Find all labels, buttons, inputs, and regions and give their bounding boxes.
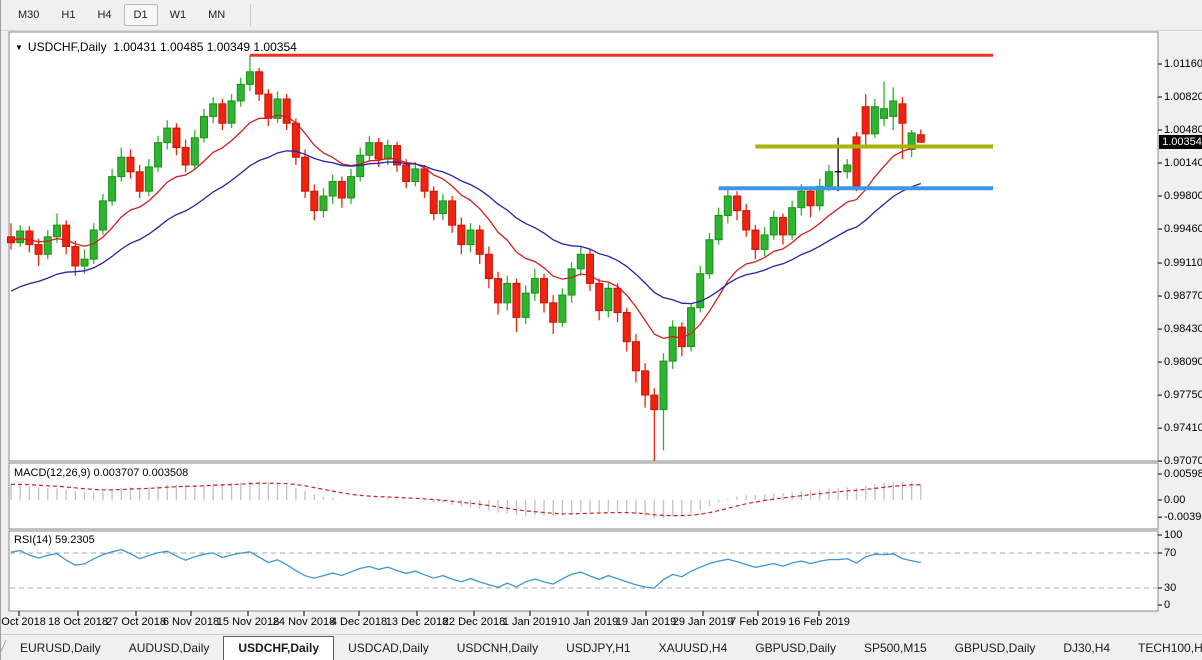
timeframe-button-m30[interactable]: M30 (8, 4, 49, 26)
toolbar-separator (250, 4, 251, 26)
date-axis-tick: 16 Feb 2019 (788, 616, 850, 628)
date-axis-tick: 22 Dec 2018 (443, 616, 505, 628)
chart-ohlc-values: 1.00431 1.00485 1.00349 1.00354 (113, 40, 297, 54)
timeframe-toolbar: M30H1H4D1W1MN (1, 0, 1202, 31)
chart-tab-dj30-h4[interactable]: DJ30,H4 (1049, 637, 1124, 660)
chart-tab-usdchf-daily[interactable]: USDCHF,Daily (223, 636, 334, 660)
chart-tab-tech100-h1[interactable]: TECH100,H1 (1124, 637, 1202, 660)
date-axis-tick: 7 Feb 2019 (730, 616, 786, 628)
macd-axis-tick: 0.00 (1164, 494, 1185, 506)
current-price-tag: 1.00354 (1159, 135, 1202, 149)
chart-tab-usdcnh-daily[interactable]: USDCNH,Daily (443, 637, 552, 660)
date-axis-tick: 13 Dec 2018 (386, 616, 448, 628)
price-axis-tick: 0.99110 (1164, 257, 1202, 269)
price-axis-tick: 1.00140 (1164, 157, 1202, 169)
date-axis-tick: 15 Nov 2018 (217, 616, 279, 628)
date-axis-tick: 27 Oct 2018 (106, 616, 166, 628)
price-axis-tick: 0.97750 (1164, 389, 1202, 401)
chart-dropdown-arrow-icon[interactable]: ▼ (15, 43, 23, 52)
timeframe-button-mn[interactable]: MN (198, 4, 235, 26)
date-axis-tick: 18 Oct 2018 (48, 616, 108, 628)
timeframe-button-h1[interactable]: H1 (51, 4, 85, 26)
macd-indicator-label: MACD(12,26,9) 0.003707 0.003508 (14, 467, 188, 479)
chart-tab-sp500-m15[interactable]: SP500,M15 (850, 637, 941, 660)
price-axis-tick: 1.01160 (1164, 58, 1202, 70)
rsi-axis-tick: 0 (1164, 599, 1170, 611)
chart-area: ▼ USDCHF,Daily 1.00431 1.00485 1.00349 1.… (1, 31, 1202, 635)
price-axis-tick: 0.98770 (1164, 290, 1202, 302)
chart-tab-xauusd-h4[interactable]: XAUUSD,H4 (645, 637, 742, 660)
price-axis-tick: 1.00820 (1164, 91, 1202, 103)
timeframe-button-d1[interactable]: D1 (124, 4, 158, 26)
rsi-indicator-label: RSI(14) 59.2305 (14, 534, 95, 546)
chart-canvas[interactable] (1, 31, 1202, 635)
chart-tab-usdcad-daily[interactable]: USDCAD,Daily (334, 637, 443, 660)
rsi-axis-tick: 70 (1164, 547, 1176, 559)
price-axis-tick: 0.98430 (1164, 323, 1202, 335)
timeframe-button-w1[interactable]: W1 (160, 4, 197, 26)
date-axis-tick: 4 Dec 2018 (331, 616, 387, 628)
rsi-axis-tick: 100 (1164, 529, 1182, 541)
chart-title: ▼ USDCHF,Daily 1.00431 1.00485 1.00349 1.… (15, 40, 297, 54)
date-axis-tick: 24 Nov 2018 (273, 616, 335, 628)
macd-axis-tick: -0.003954 (1164, 511, 1202, 523)
chart-tab-gbpusd-daily[interactable]: GBPUSD,Daily (941, 637, 1050, 660)
chart-tab-eurusd-daily[interactable]: EURUSD,Daily (6, 637, 115, 660)
date-axis-tick: 9 Oct 2018 (0, 616, 46, 628)
rsi-axis-tick: 30 (1164, 582, 1176, 594)
date-axis-tick: 6 Nov 2018 (163, 616, 219, 628)
symbol-tabbar: EURUSD,DailyAUDUSD,DailyUSDCHF,DailyUSDC… (1, 634, 1202, 660)
price-axis-tick: 0.99800 (1164, 190, 1202, 202)
chart-tab-audusd-daily[interactable]: AUDUSD,Daily (115, 637, 224, 660)
macd-axis-tick: 0.005985 (1164, 468, 1202, 480)
trading-terminal-window: M30H1H4D1W1MN ▼ USDCHF,Daily 1.00431 1.00… (0, 0, 1202, 660)
price-axis-tick: 0.97410 (1164, 422, 1202, 434)
date-axis-tick: 19 Jan 2019 (616, 616, 677, 628)
timeframe-button-h4[interactable]: H4 (87, 4, 121, 26)
price-axis-tick: 0.97070 (1164, 455, 1202, 467)
price-axis-tick: 0.99460 (1164, 223, 1202, 235)
price-axis-tick: 0.98090 (1164, 356, 1202, 368)
date-axis-tick: 10 Jan 2019 (558, 616, 619, 628)
chart-symbol-label: USDCHF,Daily (28, 40, 107, 54)
chart-tab-gbpusd-daily[interactable]: GBPUSD,Daily (741, 637, 850, 660)
date-axis-tick: 29 Jan 2019 (673, 616, 734, 628)
price-axis-tick: 1.00480 (1164, 124, 1202, 136)
date-axis-tick: 1 Jan 2019 (503, 616, 557, 628)
chart-tab-usdjpy-h1[interactable]: USDJPY,H1 (552, 637, 644, 660)
